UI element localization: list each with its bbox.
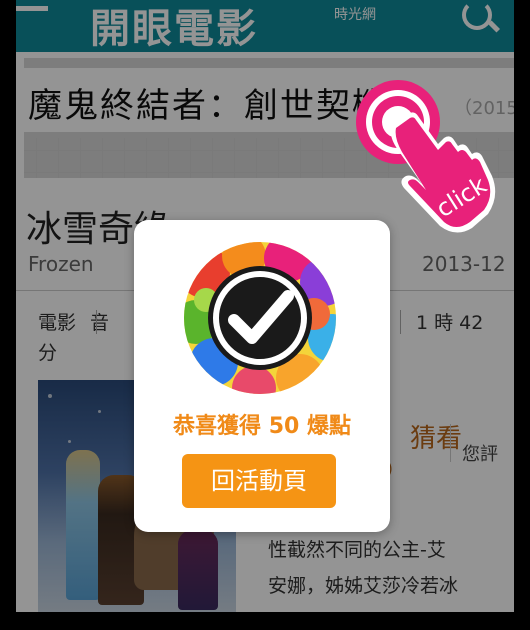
return-to-event-button[interactable]: 回活動頁 (182, 454, 336, 508)
reward-modal: 恭喜獲得 50 爆點 回活動頁 (134, 220, 390, 532)
checkmark-medal-icon (184, 242, 336, 394)
reward-message: 恭喜獲得 50 爆點 (173, 414, 351, 439)
